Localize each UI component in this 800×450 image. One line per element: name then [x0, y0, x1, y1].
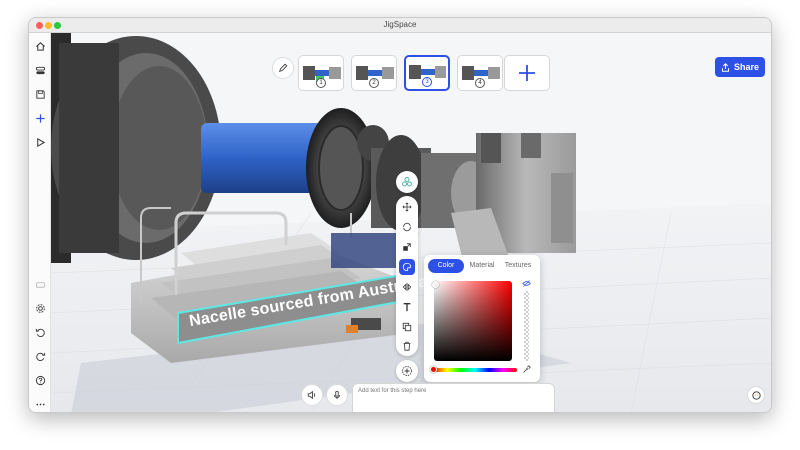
- tab-material[interactable]: Material: [464, 259, 500, 273]
- vr-headset-icon[interactable]: [33, 277, 47, 291]
- object-hierarchy-button[interactable]: [396, 171, 418, 193]
- hue-knob[interactable]: [430, 366, 437, 373]
- object-toolbar: [396, 196, 418, 356]
- focus-object-button[interactable]: [396, 360, 418, 382]
- tab-textures[interactable]: Textures: [500, 259, 536, 273]
- share-button[interactable]: Share: [715, 57, 765, 77]
- share-icon: [721, 62, 729, 72]
- color-panel-tabs: Color Material Textures: [428, 259, 536, 273]
- hue-slider[interactable]: [433, 368, 517, 372]
- target-icon: [402, 366, 412, 376]
- window-title: JigSpace: [383, 20, 417, 29]
- save-icon[interactable]: [33, 87, 47, 101]
- eye-hidden-icon[interactable]: [522, 279, 531, 288]
- step-number-badge: 2: [369, 78, 379, 88]
- audio-button[interactable]: [301, 384, 323, 406]
- step-number-badge: 1: [316, 78, 326, 88]
- undo-icon[interactable]: [33, 325, 47, 339]
- opacity-slider[interactable]: [524, 291, 529, 361]
- saturation-brightness-picker[interactable]: [434, 281, 512, 361]
- home-icon[interactable]: [33, 39, 47, 53]
- add-step-button[interactable]: [504, 55, 550, 91]
- color-picker-panel: Color Material Textures: [424, 255, 540, 382]
- step-thumbnail[interactable]: 2: [351, 55, 397, 91]
- step-text-input[interactable]: [352, 383, 555, 412]
- 3d-viewport[interactable]: Nacelle sourced from Australian cast 1 2…: [51, 33, 771, 412]
- rotate-icon[interactable]: [400, 220, 414, 234]
- left-sidebar: [29, 33, 51, 412]
- step-number-badge: 3: [422, 77, 432, 87]
- microphone-icon: [334, 390, 340, 400]
- plus-icon: [519, 65, 535, 81]
- robot-face-icon: [751, 390, 761, 400]
- assistant-button[interactable]: [747, 386, 765, 404]
- saturation-knob[interactable]: [432, 281, 439, 288]
- delete-icon[interactable]: [400, 339, 414, 353]
- step-thumbnail[interactable]: 1: [298, 55, 344, 91]
- scale-icon[interactable]: [400, 240, 414, 254]
- step-thumbnail-active[interactable]: 3: [404, 55, 450, 91]
- step-thumbnail[interactable]: 4: [457, 55, 503, 91]
- share-label: Share: [733, 62, 759, 72]
- title-bar: JigSpace: [29, 18, 771, 33]
- add-icon[interactable]: [33, 111, 47, 125]
- app-window: JigSpace Nacelle sourced from Australian…: [28, 17, 772, 413]
- play-icon[interactable]: [33, 135, 47, 149]
- flip-icon[interactable]: [400, 280, 414, 294]
- help-icon[interactable]: [33, 373, 47, 387]
- settings-gear-icon[interactable]: [33, 301, 47, 315]
- pencil-icon: [279, 63, 288, 72]
- eyedropper-icon[interactable]: [522, 365, 531, 374]
- objects-icon: [402, 177, 412, 187]
- record-voice-button[interactable]: [326, 384, 348, 406]
- step-number-badge: 4: [475, 78, 485, 88]
- move-icon[interactable]: [400, 200, 414, 214]
- redo-icon[interactable]: [33, 349, 47, 363]
- toggle-icon[interactable]: [33, 63, 47, 77]
- edit-steps-button[interactable]: [272, 57, 294, 79]
- text-icon[interactable]: [400, 300, 414, 314]
- more-options-icon[interactable]: [33, 397, 47, 411]
- speaker-icon: [307, 390, 316, 400]
- paint-palette-icon[interactable]: [399, 259, 415, 275]
- tab-color[interactable]: Color: [428, 259, 464, 273]
- duplicate-icon[interactable]: [400, 320, 414, 334]
